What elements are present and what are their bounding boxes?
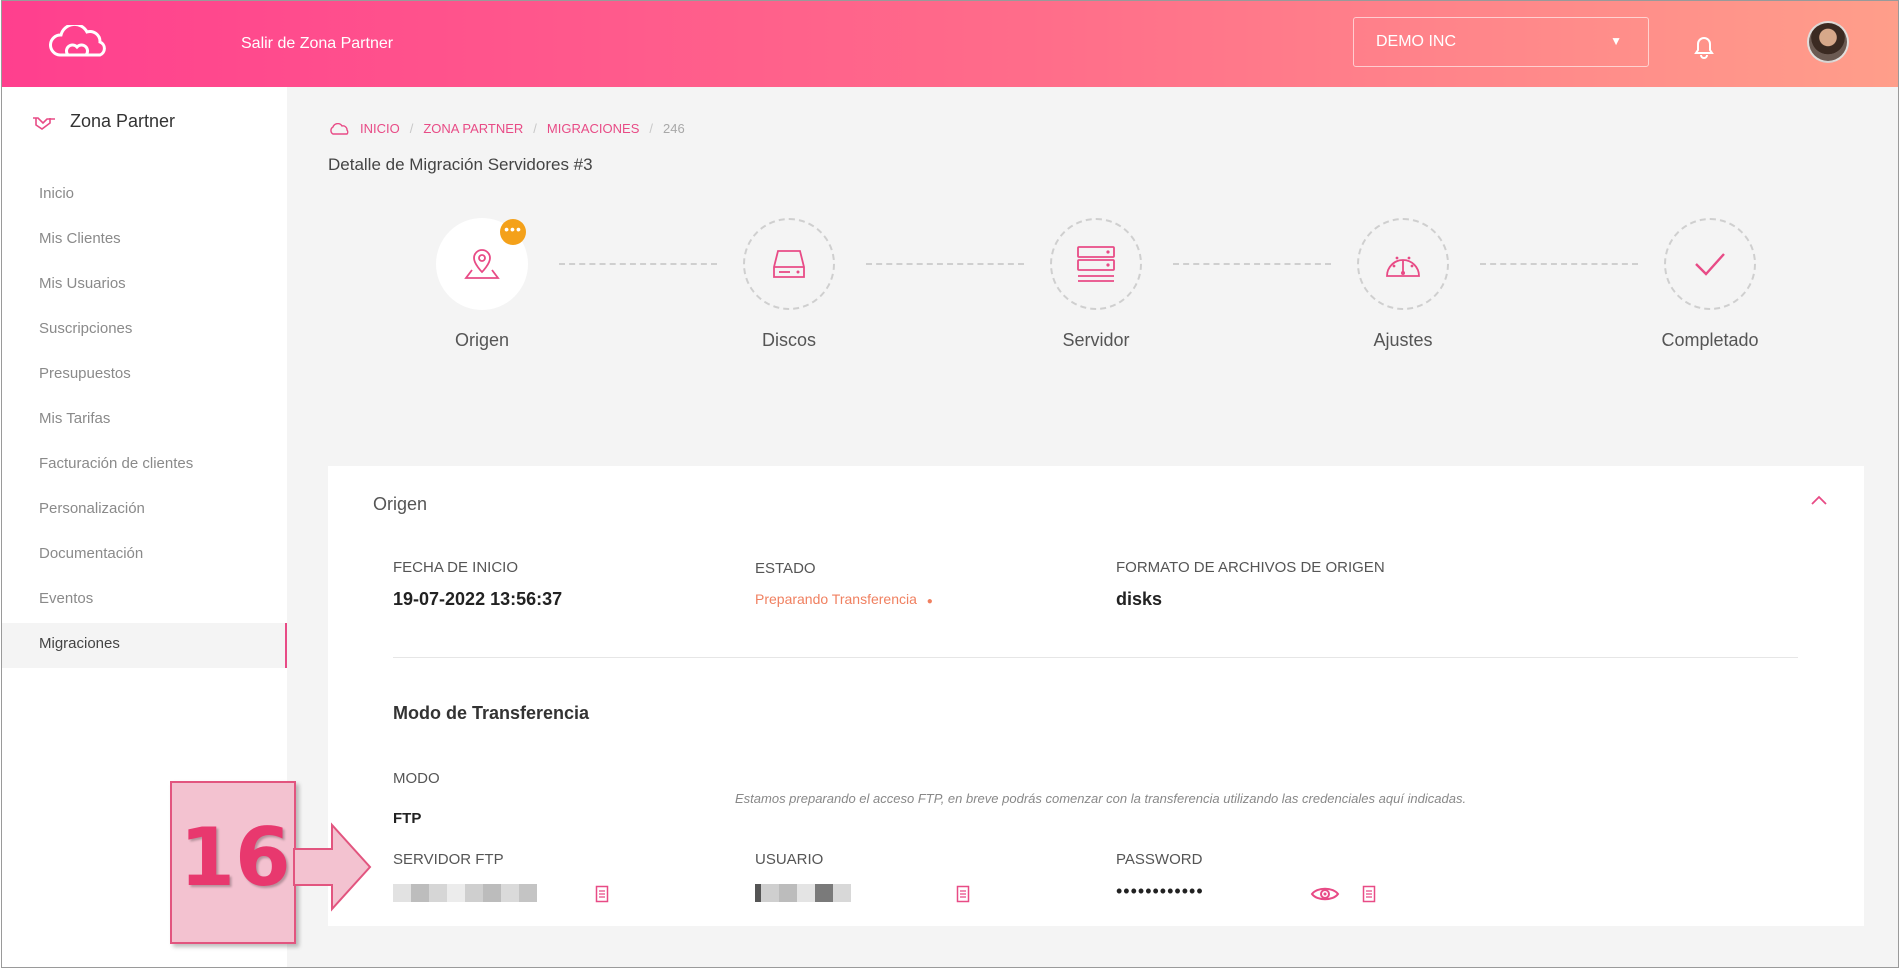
sidebar-item-mis-tarifas[interactable]: Mis Tarifas: [2, 398, 287, 443]
company-select-value: DEMO INC: [1376, 33, 1456, 50]
step-completado[interactable]: Completado: [1661, 218, 1759, 350]
sidebar-item-personalizacion[interactable]: Personalización: [2, 488, 287, 533]
tutorial-step-number: 16: [179, 811, 291, 904]
copy-password-icon[interactable]: [1362, 885, 1376, 903]
sidebar-item-suscripciones[interactable]: Suscripciones: [2, 308, 287, 353]
origin-card: Origen FECHA DE INICIO 19-07-2022 13:56:…: [328, 466, 1864, 926]
step-ajustes[interactable]: Ajustes: [1357, 218, 1449, 350]
start-date-value: 19-07-2022 13:56:37: [393, 589, 563, 609]
sidebar-brand-label: Zona Partner: [70, 111, 176, 131]
source-format-value: disks: [1116, 589, 1163, 609]
sidebar-item-eventos[interactable]: Eventos: [2, 578, 287, 623]
step-ajustes-label: Ajustes: [1373, 330, 1433, 350]
chevron-down-icon: ▼: [1610, 34, 1622, 48]
tutorial-arrow-icon: [293, 822, 372, 912]
step-completado-circle: [1664, 218, 1756, 310]
transfer-mode-title: Modo de Transferencia: [393, 703, 590, 723]
tutorial-step-callout: 16: [170, 781, 296, 944]
step-servidor-label: Servidor: [1062, 330, 1130, 350]
step-completado-label: Completado: [1661, 330, 1759, 350]
sidebar-item-mis-usuarios[interactable]: Mis Usuarios: [2, 263, 287, 308]
start-date-label: FECHA DE INICIO: [393, 559, 519, 576]
map-pin-icon: [464, 249, 500, 279]
step-connector: [1173, 263, 1331, 265]
sidebar-item-mis-clientes[interactable]: Mis Clientes: [2, 218, 287, 263]
step-connector: [1480, 263, 1638, 265]
status-value: Preparando Transferencia ●: [755, 591, 933, 607]
step-servidor-circle: [1050, 218, 1142, 310]
ftp-note: Estamos preparando el acceso FTP, en bre…: [735, 791, 1467, 806]
show-password-eye-icon[interactable]: [1310, 885, 1340, 903]
status-label: ESTADO: [755, 560, 816, 577]
step-ajustes-circle: [1357, 218, 1449, 310]
step-servidor[interactable]: Servidor: [1050, 218, 1142, 350]
card-title: Origen: [373, 494, 428, 514]
step-discos-circle: [743, 218, 835, 310]
company-select[interactable]: DEMO INC ▼: [1353, 17, 1649, 67]
exit-partner-zone-link[interactable]: Salir de Zona Partner: [241, 35, 393, 53]
sidebar-item-documentacion[interactable]: Documentación: [2, 533, 287, 578]
screenshot-frame: Salir de Zona Partner DEMO INC ▼ Zona Pa…: [0, 0, 1902, 979]
step-discos-label: Discos: [761, 330, 816, 350]
mode-value: FTP: [393, 810, 422, 827]
ftp-server-value-redacted: [393, 884, 537, 902]
sidebar-item-inicio[interactable]: Inicio: [2, 173, 287, 218]
cloud-logo-icon[interactable]: [46, 25, 108, 61]
step-origen[interactable]: ••• Origen: [436, 218, 528, 350]
handshake-icon: [33, 116, 55, 130]
sidebar-nav: Inicio Mis Clientes Mis Usuarios Suscrip…: [2, 173, 287, 668]
server-icon: [1077, 246, 1115, 282]
sidebar-item-presupuestos[interactable]: Presupuestos: [2, 353, 287, 398]
card-divider: [393, 657, 1798, 658]
chevron-up-icon[interactable]: [1810, 494, 1828, 506]
migration-stepper: ••• Origen Discos Servidor Ajustes Compl…: [287, 87, 1898, 387]
bell-icon[interactable]: [1693, 35, 1715, 59]
user-label: USUARIO: [755, 851, 824, 868]
sidebar-brand: Zona Partner: [32, 111, 175, 132]
password-label: PASSWORD: [1116, 851, 1203, 868]
step-origen-badge: •••: [500, 219, 526, 245]
step-origen-label: Origen: [454, 330, 510, 350]
step-connector: [559, 263, 717, 265]
user-avatar[interactable]: [1807, 21, 1849, 63]
top-bar: Salir de Zona Partner DEMO INC ▼: [2, 1, 1898, 87]
user-value-redacted: [755, 884, 851, 902]
copy-user-icon[interactable]: [956, 885, 970, 903]
checkmark-icon: [1695, 253, 1725, 276]
status-dot-icon: ●: [926, 596, 933, 607]
main-content: INICIO / ZONA PARTNER / MIGRACIONES / 24…: [287, 87, 1898, 967]
mode-label: MODO: [393, 770, 440, 787]
gauge-icon: [1386, 256, 1420, 277]
step-discos[interactable]: Discos: [743, 218, 835, 350]
status-text: Preparando Transferencia: [755, 591, 917, 607]
hard-disk-icon: [773, 250, 805, 278]
sidebar-item-migraciones[interactable]: Migraciones: [2, 623, 287, 668]
copy-server-icon[interactable]: [595, 885, 609, 903]
password-value: ••••••••••••: [1116, 881, 1204, 901]
ftp-server-label: SERVIDOR FTP: [393, 851, 504, 868]
source-format-label: FORMATO DE ARCHIVOS DE ORIGEN: [1116, 559, 1385, 576]
step-connector: [866, 263, 1024, 265]
sidebar-item-facturacion[interactable]: Facturación de clientes: [2, 443, 287, 488]
app-window: Salir de Zona Partner DEMO INC ▼ Zona Pa…: [1, 0, 1899, 968]
